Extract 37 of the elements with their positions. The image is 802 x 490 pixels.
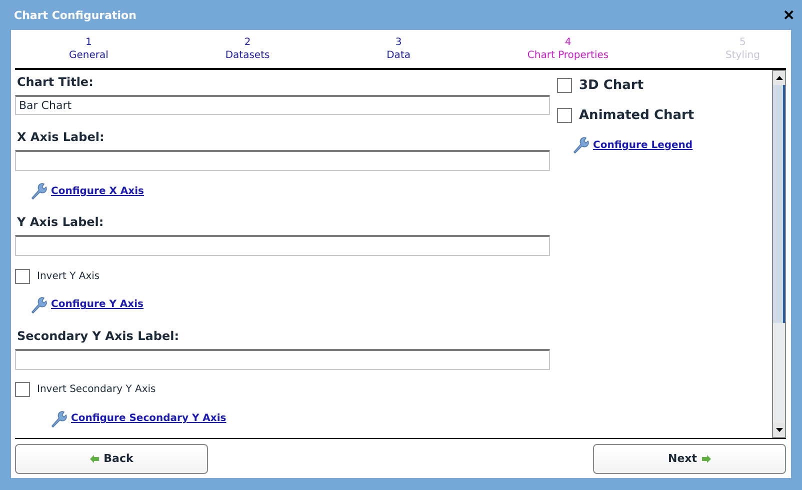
checkbox-label: Animated Chart <box>579 108 694 122</box>
text-field[interactable]: Bar Chart <box>15 94 550 116</box>
field-label: Y Axis Label: <box>17 214 105 232</box>
text-field[interactable] <box>15 348 550 370</box>
back-button[interactable]: Back <box>15 444 208 474</box>
field-label: Chart Title: <box>17 74 94 91</box>
checkbox[interactable] <box>15 268 30 284</box>
wrench-icon <box>29 182 47 200</box>
checkbox[interactable] <box>557 108 572 122</box>
wizard-step[interactable]: 4 Chart Properties <box>527 36 609 62</box>
arrow-icon <box>90 454 99 462</box>
wrench-icon <box>571 136 589 154</box>
scrollbar[interactable] <box>772 70 786 438</box>
checkbox-label: 3D Chart <box>579 78 644 92</box>
next-button[interactable]: Next <box>593 444 786 474</box>
field-label: Secondary Y Axis Label: <box>17 328 180 346</box>
wrench-icon <box>29 296 47 314</box>
configure-link[interactable]: Configure Secondary Y Axis <box>71 413 226 424</box>
down-arrow-icon[interactable] <box>776 428 782 432</box>
checkbox-label: Invert Secondary Y Axis <box>37 384 156 396</box>
wrench-icon <box>49 410 67 428</box>
arrow-icon <box>702 454 712 462</box>
wizard-step[interactable]: 3 Data <box>386 36 410 62</box>
close-button[interactable]: ✕ <box>783 7 795 23</box>
configure-link[interactable]: Configure X Axis <box>51 186 144 197</box>
configure-link[interactable]: Configure Legend <box>593 140 693 150</box>
checkbox[interactable] <box>15 382 30 398</box>
text-field[interactable] <box>15 150 550 171</box>
wizard-step[interactable]: 1 General <box>69 36 108 62</box>
up-arrow-icon[interactable] <box>776 76 782 80</box>
text-field[interactable] <box>15 235 550 256</box>
checkbox-label: Invert Y Axis <box>37 270 100 282</box>
wizard-step[interactable]: 2 Datasets <box>225 36 270 62</box>
checkbox[interactable] <box>557 78 572 92</box>
window-title: Chart Configuration <box>13 8 136 22</box>
configure-link[interactable]: Configure Y Axis <box>51 299 144 310</box>
field-label: X Axis Label: <box>17 129 106 146</box>
